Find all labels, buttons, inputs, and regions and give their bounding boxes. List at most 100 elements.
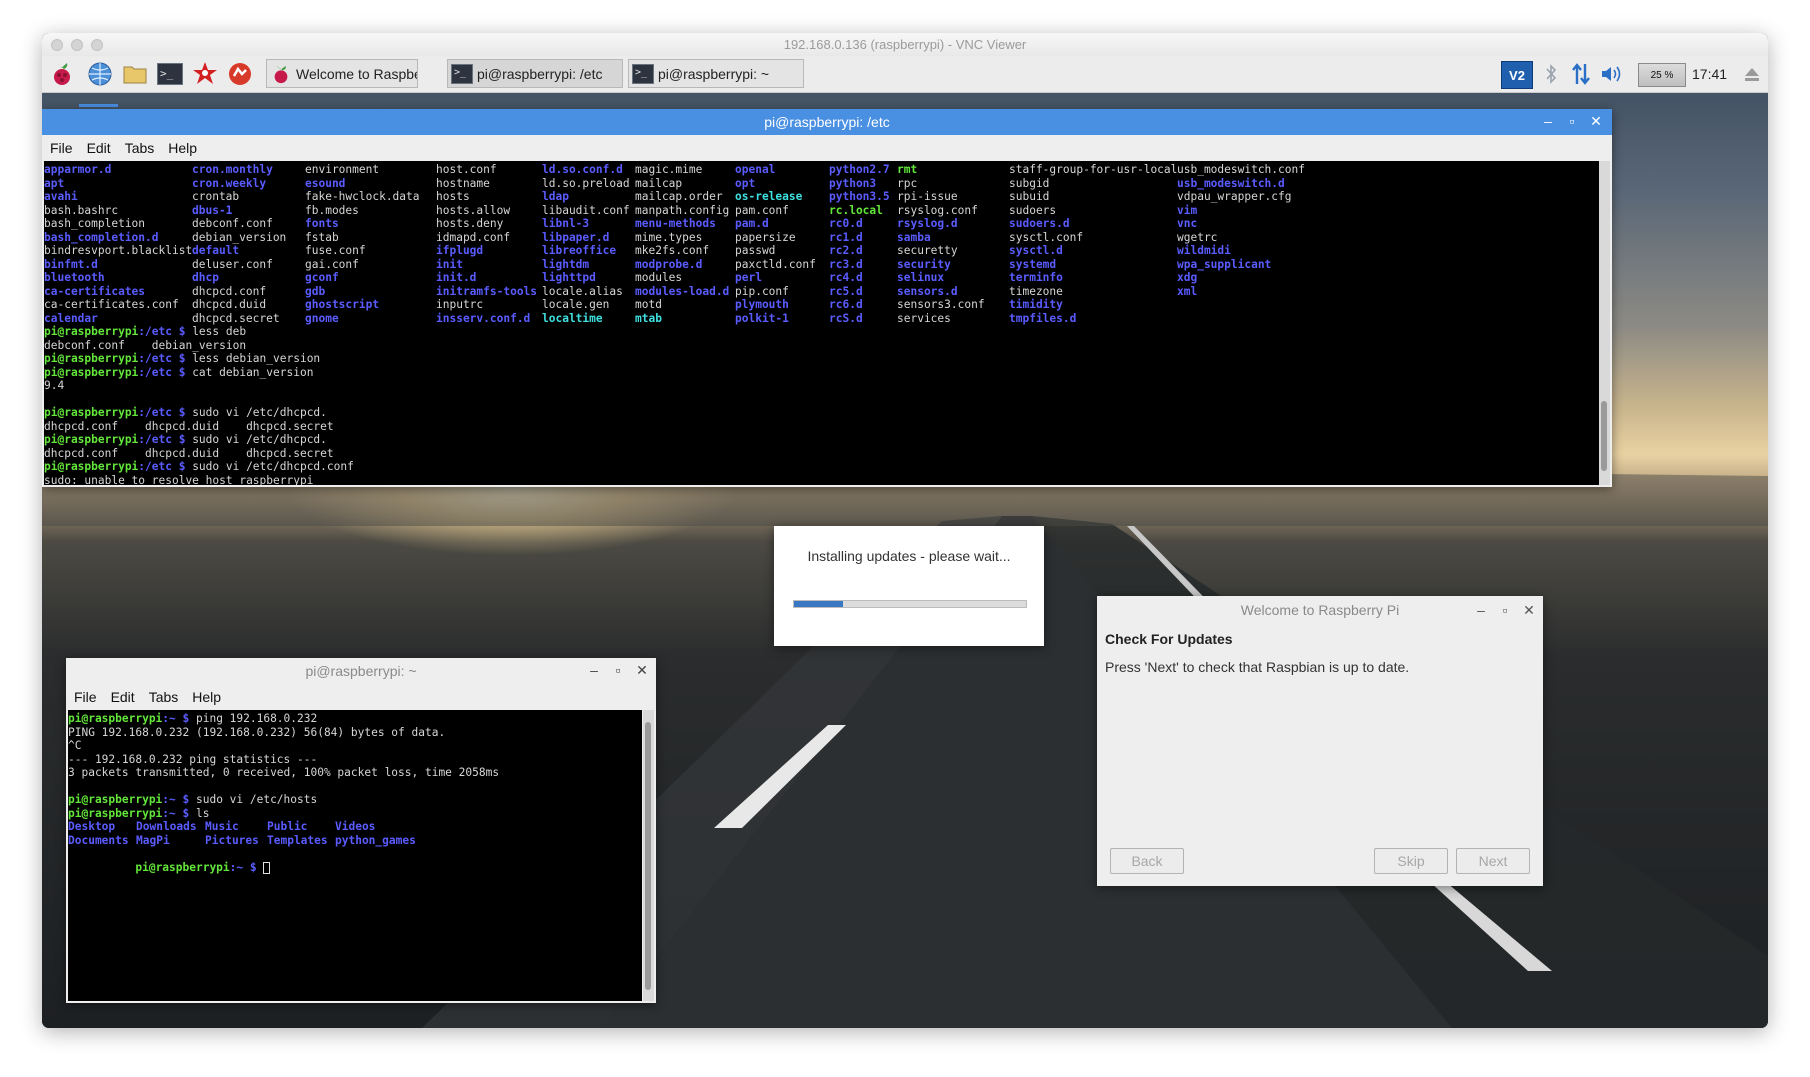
ls-entry: default <box>192 244 240 257</box>
home-terminal-titlebar[interactable]: pi@raspberrypi: ~ – ▫ ✕ <box>66 658 656 684</box>
ls-entry: lighttpd <box>542 271 596 284</box>
ls-entry: terminfo <box>1009 271 1063 284</box>
menu-help[interactable]: Help <box>192 689 221 705</box>
task-home-terminal[interactable]: >_ pi@raspberrypi: ~ <box>628 59 804 88</box>
minimize-icon[interactable]: – <box>1542 113 1554 130</box>
ls-entry: vim <box>1177 203 1198 217</box>
back-button[interactable]: Back <box>1110 848 1184 874</box>
command-text: sudo vi /etc/dhcpcd. <box>192 433 327 446</box>
prompt-user: pi@raspberrypi <box>44 352 139 365</box>
web-browser-icon[interactable] <box>86 60 114 88</box>
skip-button[interactable]: Skip <box>1374 848 1448 874</box>
ls-entry: mailcap <box>635 176 683 190</box>
clock[interactable]: 17:41 <box>1692 66 1727 82</box>
volume-icon[interactable] <box>1600 61 1624 87</box>
output-line: PING 192.168.0.232 (192.168.0.232) 56(84… <box>68 725 446 739</box>
ls-column: ld.so.conf.d ld.so.preload ldap libaudit.co… <box>542 163 630 325</box>
desktop-selection-marker <box>79 104 118 107</box>
ls-entry: fstab <box>305 230 339 244</box>
vnc-tray-icon[interactable]: V2 <box>1501 61 1533 89</box>
output-line: 9.4 <box>44 379 65 392</box>
prompt-path: :/etc $ <box>138 460 193 473</box>
eject-icon[interactable] <box>1742 61 1762 87</box>
minimize-icon[interactable]: – <box>1475 602 1487 619</box>
network-icon[interactable] <box>1569 61 1593 87</box>
close-icon[interactable]: ✕ <box>1590 113 1602 130</box>
task-welcome[interactable]: Welcome to Raspberr... <box>266 59 418 88</box>
ls-entry: init <box>436 257 463 271</box>
minimize-icon[interactable]: – <box>588 662 600 679</box>
wolfram-icon[interactable] <box>226 60 254 88</box>
etc-terminal-titlebar[interactable]: pi@raspberrypi: /etc – ▫ ✕ <box>42 109 1612 135</box>
home-command-history: pi@raspberrypi:~ $ ping 192.168.0.232 PIN… <box>68 710 642 820</box>
command-text: less debian_version <box>192 352 321 365</box>
ls-entry: dhcpcd.duid <box>192 298 267 311</box>
ls-entry: inputrc <box>436 298 484 311</box>
etc-terminal-menubar: File Edit Tabs Help <box>42 140 1612 156</box>
etc-terminal-output[interactable]: apparmor.d apt avahi bash.bashrc bash_comple… <box>44 161 1599 485</box>
ls-column: cron.monthly cron.weekly crontab dbus-1 debc… <box>192 163 286 325</box>
ls-entry: wpa_supplicant <box>1177 257 1272 271</box>
menu-file[interactable]: File <box>50 140 73 156</box>
home-terminal-scrollbar[interactable] <box>643 710 654 1001</box>
ls-entry: python3.5 <box>829 190 890 203</box>
ls-entry: ca-certificates.conf <box>44 298 179 311</box>
ls-entry: passwd <box>735 244 776 257</box>
ls-entry: systemd <box>1009 257 1057 271</box>
menu-edit[interactable]: Edit <box>87 140 111 156</box>
bluetooth-icon[interactable] <box>1541 61 1561 87</box>
menu-tabs[interactable]: Tabs <box>149 689 179 705</box>
ls-entry: dhcpcd.secret <box>192 311 280 325</box>
maximize-icon[interactable]: ▫ <box>612 662 624 679</box>
maximize-icon[interactable]: ▫ <box>1566 113 1578 130</box>
ls-column: rmt rpc rpi-issue rsyslog.conf rsyslog.d samb… <box>897 163 985 325</box>
menu-tabs[interactable]: Tabs <box>125 140 155 156</box>
next-button[interactable]: Next <box>1456 848 1530 874</box>
ls-entry: dbus-1 <box>192 203 233 217</box>
ls-entry: dhcpcd.conf <box>192 284 267 298</box>
ls-entry: hostname <box>436 176 490 190</box>
ls-entry: rc.local <box>829 203 883 217</box>
menu-edit[interactable]: Edit <box>111 689 135 705</box>
ls-entry: motd <box>635 298 662 311</box>
command-text: sudo vi /etc/dhcpcd. <box>192 406 327 419</box>
ls-entry: rc2.d <box>829 244 863 257</box>
file-manager-icon[interactable] <box>121 60 149 88</box>
close-icon[interactable]: ✕ <box>636 662 648 679</box>
task-etc-terminal[interactable]: >_ pi@raspberrypi: /etc <box>447 59 623 88</box>
cpu-monitor[interactable]: 25 % <box>1638 63 1686 87</box>
ls-entry: fonts <box>305 217 339 230</box>
prompt-line: pi@raspberrypi:~ $ ls <box>68 807 642 821</box>
task-home-label: pi@raspberrypi: ~ <box>658 65 770 82</box>
menu-file[interactable]: File <box>74 689 97 705</box>
output-line: --- 192.168.0.232 ping statistics --- <box>68 752 318 766</box>
vnc-titlebar[interactable]: 192.168.0.136 (raspberrypi) - VNC Viewer <box>42 33 1768 57</box>
ls-entry: rc6.d <box>829 298 863 311</box>
ls-entry: pam.d <box>735 217 769 230</box>
ls-entry: gconf <box>305 271 339 284</box>
scroll-thumb[interactable] <box>1601 401 1607 471</box>
prompt-line: pi@raspberrypi:/etc $ less debian_versio… <box>44 352 1599 366</box>
ls-entry: mailcap.order <box>635 190 723 203</box>
close-icon[interactable]: ✕ <box>1523 602 1535 619</box>
prompt-user: pi@raspberrypi <box>44 325 139 338</box>
ls-entry: environment <box>305 163 380 176</box>
ls-entry: openal <box>735 163 776 176</box>
maximize-icon[interactable]: ▫ <box>1499 602 1511 619</box>
welcome-titlebar[interactable]: Welcome to Raspberry Pi – ▫ ✕ <box>1097 596 1543 624</box>
ls-entry: opt <box>735 176 756 190</box>
ls-column: magic.mime mailcap mailcap.order manpath.co… <box>635 163 729 325</box>
ls-entry: Downloads <box>136 820 197 833</box>
etc-terminal-scrollbar[interactable] <box>1599 161 1610 485</box>
scroll-thumb[interactable] <box>645 722 651 990</box>
ls-entry: gai.conf <box>305 257 359 271</box>
ls-entry: cron.weekly <box>192 176 267 190</box>
terminal-icon[interactable]: >_ <box>156 60 184 88</box>
mathematica-icon[interactable] <box>191 60 219 88</box>
menu-help[interactable]: Help <box>168 140 197 156</box>
home-terminal-output[interactable]: pi@raspberrypi:~ $ ping 192.168.0.232 PIN… <box>68 710 642 1001</box>
ls-entry: insserv.conf.d <box>436 311 531 325</box>
raspberry-menu-icon[interactable] <box>48 60 76 88</box>
ls-column: openal opt os-release pam.conf pam.d papersiz… <box>735 163 816 325</box>
